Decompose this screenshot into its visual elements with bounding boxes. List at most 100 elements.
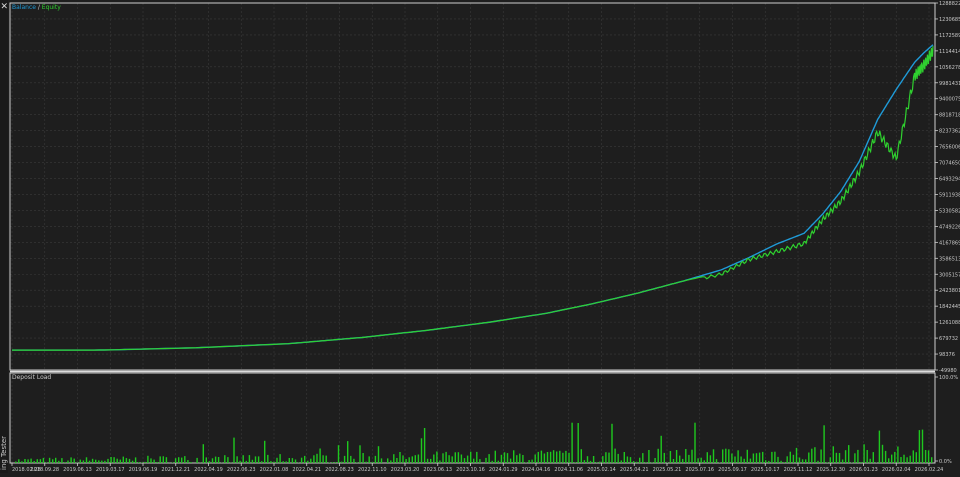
deposit-load-bar	[596, 462, 597, 463]
deposit-load-bar	[485, 458, 486, 463]
deposit-load-bar	[565, 451, 566, 463]
deposit-load-bar	[442, 453, 443, 463]
deposit-load-bar	[163, 456, 164, 463]
deposit-load-bar	[590, 461, 591, 463]
deposit-load-bar	[141, 462, 142, 463]
deposit-load-bar	[608, 453, 609, 463]
deposit-load-bar	[694, 423, 695, 463]
deposit-load-bar	[522, 455, 523, 463]
y-tick-label: 100.0%	[939, 375, 958, 381]
deposit-load-bar	[470, 452, 471, 463]
x-tick-label: 2024.01.29	[489, 467, 518, 473]
deposit-load-bar	[55, 458, 56, 463]
deposit-load-bar	[814, 447, 815, 463]
deposit-load-bar	[581, 449, 582, 463]
deposit-load-bar	[218, 457, 219, 463]
deposit-load-bar	[728, 449, 729, 463]
deposit-load-bar	[316, 454, 317, 463]
tab-strategy-tester[interactable]: ing Tester	[0, 436, 8, 470]
deposit-load-bar	[89, 461, 90, 463]
deposit-load-bar	[731, 454, 732, 464]
deposit-load-bar	[209, 461, 210, 463]
svg-text:Balance / Equity: Balance / Equity	[12, 4, 61, 11]
deposit-load-bar	[495, 451, 496, 463]
deposit-load-bar	[531, 460, 532, 463]
x-tick-label: 2025.09.17	[718, 467, 747, 473]
deposit-load-bar	[322, 455, 323, 463]
deposit-load-bar	[27, 459, 28, 463]
deposit-load-bar	[30, 459, 31, 463]
deposit-load-bar	[448, 455, 449, 463]
x-tick-label: 2025.12.30	[816, 467, 845, 473]
x-tick-label: 2026.01.23	[849, 467, 878, 473]
x-tick-label: 2022.08.23	[325, 467, 354, 473]
deposit-load-bar	[319, 449, 320, 464]
deposit-load-bar	[153, 460, 154, 463]
deposit-load-bar	[418, 455, 419, 464]
deposit-load-bar	[252, 460, 253, 463]
deposit-load-bar	[636, 462, 637, 463]
y-tick-label: 9981431	[939, 81, 960, 87]
deposit-load-bar	[147, 456, 148, 463]
deposit-load-bar	[64, 462, 65, 463]
deposit-load-bar	[633, 461, 634, 463]
deposit-load-bar	[292, 458, 293, 463]
deposit-load-bar	[215, 457, 216, 463]
deposit-load-bar	[15, 462, 16, 464]
deposit-load-bar	[396, 458, 397, 463]
deposit-load-bar	[273, 462, 274, 463]
deposit-load-bar	[267, 455, 268, 463]
deposit-load-bar	[233, 438, 234, 463]
y-tick-label: 8237362	[939, 129, 960, 135]
x-tick-label: 2022.01.08	[260, 467, 289, 473]
deposit-load-bar	[439, 461, 440, 464]
deposit-load-bar	[310, 459, 311, 463]
deposit-load-bar	[279, 454, 280, 463]
deposit-load-bar	[295, 460, 296, 464]
deposit-load-bar	[123, 457, 124, 463]
deposit-load-bar	[833, 446, 834, 463]
deposit-load-bar	[304, 456, 305, 463]
deposit-load-bar	[332, 462, 333, 463]
deposit-load-bar	[716, 459, 717, 463]
deposit-load-bar	[535, 455, 536, 464]
deposit-load-bar	[196, 458, 197, 463]
deposit-load-bar	[430, 459, 431, 463]
deposit-load-bar	[24, 459, 25, 463]
deposit-load-bar	[784, 462, 785, 463]
deposit-load-bar	[820, 450, 821, 464]
deposit-load-bar	[166, 457, 167, 463]
x-tick-label: 2019.06.19	[129, 467, 158, 473]
deposit-load-bar	[476, 452, 477, 463]
deposit-load-bar	[335, 462, 336, 463]
deposit-load-bar	[661, 436, 662, 463]
deposit-load-bar	[747, 450, 748, 463]
deposit-load-bar	[599, 462, 600, 463]
deposit-load-bar	[313, 455, 314, 463]
x-tick-label: 2023.10.16	[456, 467, 485, 473]
deposit-load-bar	[258, 456, 259, 463]
x-tick-label: 2025.05.21	[653, 467, 682, 473]
deposit-load-bar	[270, 461, 271, 463]
deposit-load-bar	[873, 452, 874, 463]
deposit-load-bar	[578, 423, 579, 463]
legend-balance: Balance	[12, 4, 36, 11]
deposit-load-bar	[387, 458, 388, 463]
deposit-load-bar	[415, 455, 416, 463]
deposit-load-bar	[224, 455, 225, 463]
deposit-load-bar	[753, 454, 754, 464]
deposit-load-bar	[777, 457, 778, 463]
deposit-load-bar	[913, 450, 914, 463]
deposit-load-bar	[184, 456, 185, 463]
deposit-load-bar	[129, 459, 130, 463]
deposit-load-bar	[737, 450, 738, 463]
close-icon[interactable]: ✕	[1, 2, 9, 12]
deposit-load-bar	[113, 457, 114, 463]
deposit-load-title: Deposit Load	[12, 374, 51, 381]
deposit-load-bar	[691, 450, 692, 463]
deposit-load-bar	[765, 460, 766, 463]
deposit-load-bar	[212, 458, 213, 463]
deposit-load-bar	[67, 461, 68, 464]
y-tick-label: 0.0%	[939, 459, 952, 465]
deposit-load-bar	[455, 452, 456, 463]
